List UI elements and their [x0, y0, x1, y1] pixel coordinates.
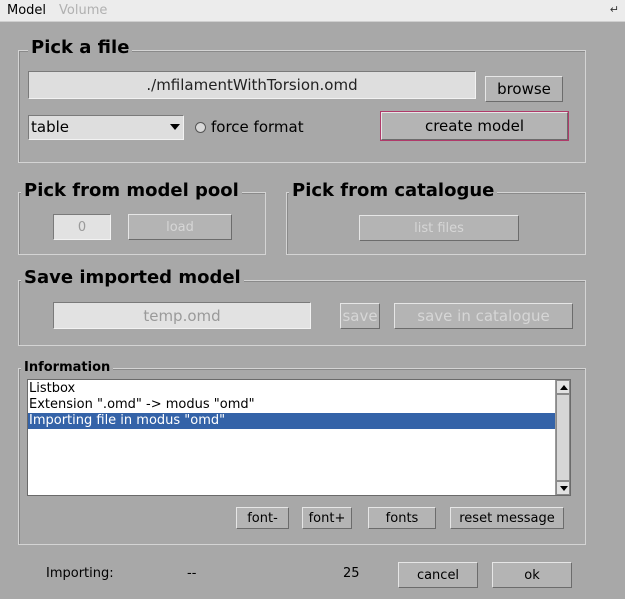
catalogue-title: Pick from catalogue: [289, 181, 498, 201]
format-select[interactable]: table: [28, 115, 184, 140]
scroll-down-button[interactable]: [556, 481, 570, 495]
information-title: Information: [21, 361, 114, 375]
font-increase-button[interactable]: font+: [302, 507, 352, 529]
tab-model[interactable]: Model: [7, 3, 46, 18]
file-path-field[interactable]: ./mfilamentWithTorsion.omd: [28, 71, 476, 99]
menu-bar: Model Volume ↵: [0, 0, 625, 22]
format-select-value: table: [31, 118, 69, 136]
model-pool-title: Pick from model pool: [21, 181, 242, 201]
listbox-scrollbar[interactable]: [555, 380, 570, 495]
list-item-selected[interactable]: Importing file in modus "omd": [28, 413, 555, 429]
load-button[interactable]: load: [128, 214, 232, 240]
tab-volume[interactable]: Volume: [59, 3, 107, 18]
browse-button[interactable]: browse: [485, 76, 563, 102]
list-item[interactable]: Listbox: [28, 381, 555, 397]
information-listbox[interactable]: Listbox Extension ".omd" -> modus "omd" …: [27, 379, 571, 496]
model-index-field[interactable]: 0: [53, 214, 111, 240]
resize-corner-icon: ↵: [609, 3, 619, 16]
scroll-up-button[interactable]: [556, 380, 570, 394]
save-filename-field[interactable]: temp.omd: [53, 302, 311, 329]
pick-file-group: [18, 50, 586, 163]
status-count: 25: [343, 566, 360, 581]
fonts-button[interactable]: fonts: [368, 507, 436, 529]
create-model-button[interactable]: create model: [380, 111, 569, 141]
save-button[interactable]: save: [340, 303, 380, 329]
status-value: --: [187, 566, 197, 581]
list-files-button[interactable]: list files: [359, 215, 519, 241]
pick-file-title: Pick a file: [28, 38, 133, 58]
font-decrease-button[interactable]: font-: [236, 507, 289, 529]
force-format-label: force format: [211, 118, 304, 136]
cancel-button[interactable]: cancel: [398, 562, 478, 588]
list-item[interactable]: Extension ".omd" -> modus "omd": [28, 397, 555, 413]
reset-message-button[interactable]: reset message: [450, 507, 564, 529]
save-in-catalogue-button[interactable]: save in catalogue: [394, 303, 573, 329]
chevron-down-icon: [170, 124, 180, 130]
ok-button[interactable]: ok: [492, 562, 572, 588]
scroll-thumb[interactable]: [556, 394, 570, 481]
arrow-down-icon: [560, 486, 568, 491]
force-format-radio[interactable]: [195, 122, 206, 133]
status-label: Importing:: [46, 566, 114, 581]
arrow-up-icon: [560, 385, 568, 390]
save-model-title: Save imported model: [21, 268, 244, 288]
